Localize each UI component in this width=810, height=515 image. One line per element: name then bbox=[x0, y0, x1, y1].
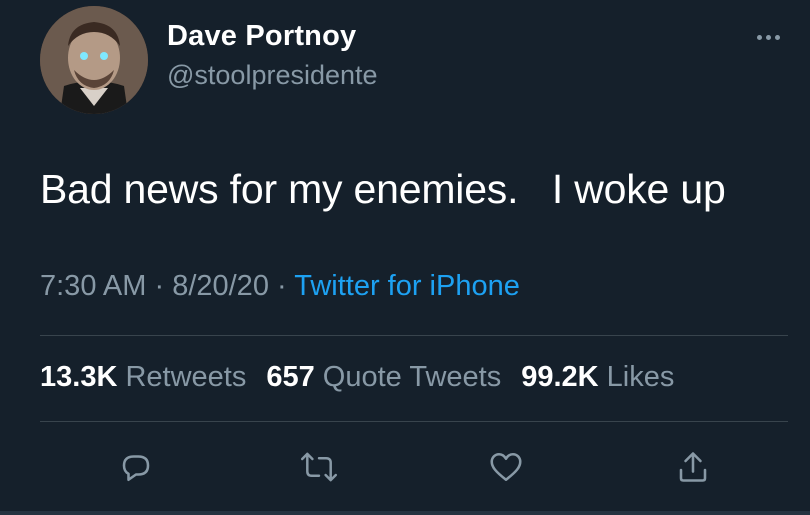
likes-stat[interactable]: 99.2K Likes bbox=[521, 361, 674, 394]
like-icon bbox=[490, 452, 522, 482]
retweet-icon bbox=[300, 452, 338, 482]
tweet-date[interactable]: 8/20/20 bbox=[172, 270, 269, 302]
display-name[interactable]: Dave Portnoy bbox=[167, 20, 356, 53]
retweets-label: Retweets bbox=[125, 361, 247, 393]
retweet-button[interactable] bbox=[294, 442, 344, 492]
tweet-meta: 7:30 AM · 8/20/20 · Twitter for iPhone bbox=[40, 270, 520, 303]
retweets-count: 13.3K bbox=[40, 361, 118, 393]
more-dot bbox=[756, 34, 762, 40]
share-icon bbox=[679, 452, 707, 482]
reply-icon bbox=[122, 455, 150, 482]
share-button[interactable] bbox=[668, 442, 718, 492]
likes-count: 99.2K bbox=[521, 361, 599, 393]
retweets-stat[interactable]: 13.3K Retweets bbox=[40, 361, 246, 394]
like-button[interactable] bbox=[481, 442, 531, 492]
quote-tweets-count: 657 bbox=[266, 361, 315, 393]
divider bbox=[40, 421, 788, 422]
tweet-text: Bad news for my enemies. I woke up bbox=[40, 166, 726, 212]
divider bbox=[40, 335, 788, 336]
reply-button[interactable] bbox=[111, 442, 161, 492]
tweet-stats: 13.3K Retweets 657 Quote Tweets 99.2K Li… bbox=[40, 361, 674, 394]
avatar[interactable] bbox=[40, 6, 148, 114]
meta-separator: · bbox=[268, 270, 295, 302]
tweet-time[interactable]: 7:30 AM bbox=[40, 270, 146, 302]
more-options-icon[interactable] bbox=[748, 22, 788, 52]
more-dot bbox=[774, 34, 780, 40]
meta-separator: · bbox=[146, 270, 173, 302]
quote-tweets-stat[interactable]: 657 Quote Tweets bbox=[266, 361, 501, 394]
tweet-source-link[interactable]: Twitter for iPhone bbox=[294, 270, 520, 302]
bottom-border bbox=[0, 511, 810, 515]
user-handle[interactable]: @stoolpresidente bbox=[167, 60, 378, 91]
quote-tweets-label: Quote Tweets bbox=[322, 361, 502, 393]
tweet-actions bbox=[0, 442, 810, 492]
more-dot bbox=[765, 34, 771, 40]
likes-label: Likes bbox=[606, 361, 675, 393]
